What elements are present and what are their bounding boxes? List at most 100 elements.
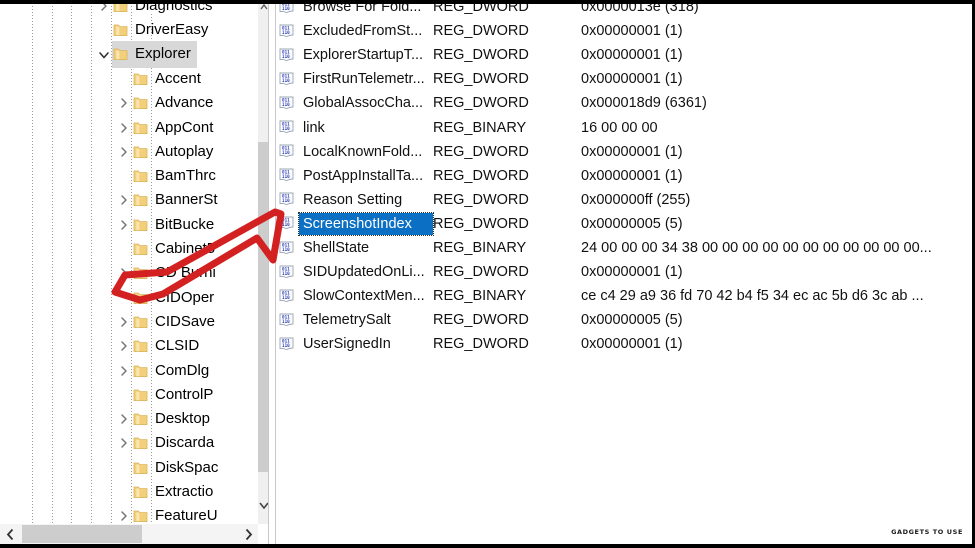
value-name[interactable]: PostAppInstallTa...: [303, 166, 433, 186]
tree-item-content[interactable]: ComDlg: [132, 359, 209, 383]
tree-item-list[interactable]: Diagnostics DriverEasy Explorer Accent Advan…: [0, 0, 258, 548]
tree-item-label: AppCont: [155, 118, 214, 136]
tree-item-autoplay[interactable]: Autoplay: [0, 140, 213, 164]
tree-item-content[interactable]: Autoplay: [132, 140, 213, 164]
tree-item-content[interactable]: CLSID: [132, 334, 199, 358]
registry-value-icon: 011 110: [278, 95, 296, 111]
tree-item-bannerst[interactable]: BannerSt: [0, 188, 218, 212]
tree-item-content[interactable]: Desktop: [132, 407, 210, 431]
value-name[interactable]: LocalKnownFold...: [303, 142, 433, 162]
tree-item-content[interactable]: DriverEasy: [112, 18, 208, 42]
scroll-left-arrow-icon[interactable]: [0, 524, 20, 545]
tree-item-content[interactable]: DiskSpac: [132, 456, 218, 480]
tree-item-content[interactable]: Accent: [132, 67, 201, 91]
tree-item-explorer[interactable]: Explorer: [0, 41, 197, 69]
tree-item-cabinet5[interactable]: Cabinet5: [0, 237, 215, 261]
expand-chevron-right-icon[interactable]: [116, 116, 132, 140]
panel-splitter[interactable]: [268, 0, 276, 548]
value-name[interactable]: Reason Setting: [303, 190, 433, 210]
tree-item-content[interactable]: AppCont: [132, 116, 213, 140]
tree-item-clsid[interactable]: CLSID: [0, 334, 199, 358]
expand-chevron-right-icon[interactable]: [116, 310, 132, 334]
value-name[interactable]: ShellState: [303, 238, 433, 258]
tree-item-diskspac[interactable]: DiskSpac: [0, 456, 218, 480]
tree-item-cd-burni[interactable]: CD Burni: [0, 261, 216, 285]
value-row[interactable]: 011 110 SlowContextMen... REG_BINARY ce c4 2…: [276, 284, 972, 308]
folder-icon: [132, 359, 149, 383]
value-name[interactable]: ExcludedFromSt...: [303, 21, 433, 41]
value-row[interactable]: 011 110 link REG_BINARY 16 00 00 00: [276, 116, 972, 140]
value-type: REG_DWORD: [433, 143, 529, 160]
folder-icon: [132, 140, 149, 164]
tree-item-bamthrc[interactable]: BamThrc: [0, 164, 216, 188]
tree-hscroll-track[interactable]: [20, 524, 238, 545]
tree-item-appcont[interactable]: AppCont: [0, 116, 213, 140]
tree-item-drivereasy[interactable]: DriverEasy: [0, 18, 208, 42]
expand-chevron-right-icon[interactable]: [116, 188, 132, 212]
folder-icon: [132, 480, 149, 504]
value-row[interactable]: 011 110 GlobalAssocCha... REG_DWORD 0x000018…: [276, 91, 972, 115]
expand-chevron-right-icon[interactable]: [116, 140, 132, 164]
value-name[interactable]: SIDUpdatedOnLi...: [303, 262, 433, 282]
tree-item-accent[interactable]: Accent: [0, 67, 201, 91]
expand-chevron-right-icon[interactable]: [116, 359, 132, 383]
tree-item-content[interactable]: BamThrc: [132, 164, 216, 188]
value-name[interactable]: ScreenshotIndex: [298, 211, 434, 236]
value-row[interactable]: 011 110 TelemetrySalt REG_DWORD 0x00000005 (…: [276, 308, 972, 332]
scroll-right-arrow-icon[interactable]: [238, 524, 258, 545]
tree-item-content[interactable]: Advance: [132, 91, 213, 115]
value-row[interactable]: 011 110 SIDUpdatedOnLi... REG_DWORD 0x000000…: [276, 260, 972, 284]
value-row[interactable]: 011 110 PostAppInstallTa... REG_DWORD 0x0000…: [276, 164, 972, 188]
expand-chevron-right-icon[interactable]: [116, 431, 132, 455]
tree-item-advance[interactable]: Advance: [0, 91, 213, 115]
value-row[interactable]: 011 110 Reason Setting REG_DWORD 0x000000ff …: [276, 188, 972, 212]
value-name[interactable]: SlowContextMen...: [303, 286, 433, 306]
tree-item-extractio[interactable]: Extractio: [0, 480, 213, 504]
registry-key-tree-panel[interactable]: Diagnostics DriverEasy Explorer Accent Advan…: [0, 0, 272, 548]
value-row[interactable]: 011 110 ShellState REG_BINARY 24 00 00 00 34…: [276, 236, 972, 260]
crop-edge-bottom: [0, 544, 975, 548]
tree-item-desktop[interactable]: Desktop: [0, 407, 210, 431]
tree-item-discarda[interactable]: Discarda: [0, 431, 214, 455]
expand-chevron-right-icon[interactable]: [116, 213, 132, 237]
value-name[interactable]: ExplorerStartupT...: [303, 45, 433, 65]
value-type: REG_DWORD: [433, 23, 529, 40]
value-name[interactable]: GlobalAssocCha...: [303, 93, 433, 113]
expand-chevron-right-icon[interactable]: [116, 261, 132, 285]
value-row[interactable]: 011 110 ExplorerStartupT... REG_DWORD 0x0000…: [276, 43, 972, 67]
tree-item-content[interactable]: BitBucke: [132, 213, 214, 237]
expand-chevron-right-icon[interactable]: [116, 91, 132, 115]
tree-item-cidsave[interactable]: CIDSave: [0, 310, 215, 334]
value-name[interactable]: FirstRunTelemetr...: [303, 69, 433, 89]
tree-item-label: Cabinet5: [155, 240, 216, 257]
value-row[interactable]: 011 110 ScreenshotIndex REG_DWORD 0x00000005…: [276, 211, 972, 236]
tree-item-controlp[interactable]: ControlP: [0, 383, 213, 407]
tree-item-content[interactable]: Extractio: [132, 480, 213, 504]
tree-item-content[interactable]: ControlP: [132, 383, 213, 407]
expand-chevron-right-icon[interactable]: [116, 407, 132, 431]
tree-item-content[interactable]: BannerSt: [132, 188, 218, 212]
value-name[interactable]: UserSignedIn: [303, 334, 433, 354]
tree-item-content[interactable]: CIDOper: [132, 286, 214, 310]
tree-item-cidoper[interactable]: CIDOper: [0, 286, 214, 310]
value-row[interactable]: 011 110 LocalKnownFold... REG_DWORD 0x000000…: [276, 140, 972, 164]
value-name[interactable]: link: [303, 118, 433, 138]
svg-text:110: 110: [282, 174, 290, 180]
value-row[interactable]: 011 110 ExcludedFromSt... REG_DWORD 0x000000…: [276, 19, 972, 43]
value-row[interactable]: 011 110 UserSignedIn REG_DWORD 0x00000001 (1…: [276, 332, 972, 356]
expand-chevron-right-icon[interactable]: [116, 334, 132, 358]
tree-item-content[interactable]: CIDSave: [132, 310, 215, 334]
tree-horizontal-scrollbar[interactable]: [0, 524, 258, 545]
tree-item-content[interactable]: Discarda: [132, 431, 214, 455]
collapse-chevron-down-icon[interactable]: [96, 43, 112, 67]
registry-values-list[interactable]: 011 110 Browse For Fold... REG_DWORD 0x00000…: [276, 0, 972, 545]
tree-item-content[interactable]: Cabinet5: [132, 237, 215, 261]
tree-item-comdlg[interactable]: ComDlg: [0, 359, 209, 383]
tree-hscroll-thumb[interactable]: [22, 525, 142, 543]
value-row[interactable]: 011 110 FirstRunTelemetr... REG_DWORD 0x0000…: [276, 67, 972, 91]
folder-icon: [132, 407, 149, 431]
tree-item-bitbucke[interactable]: BitBucke: [0, 213, 214, 237]
value-name[interactable]: TelemetrySalt: [303, 310, 433, 330]
tree-item-content[interactable]: CD Burni: [132, 261, 216, 285]
tree-item-content[interactable]: Explorer: [112, 41, 197, 69]
